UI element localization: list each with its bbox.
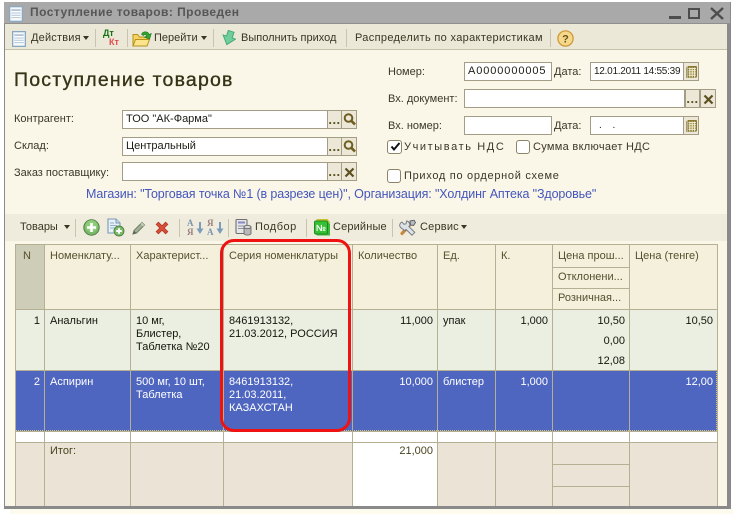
svg-text:?: ?	[562, 34, 569, 46]
svg-text:№: №	[316, 223, 326, 233]
